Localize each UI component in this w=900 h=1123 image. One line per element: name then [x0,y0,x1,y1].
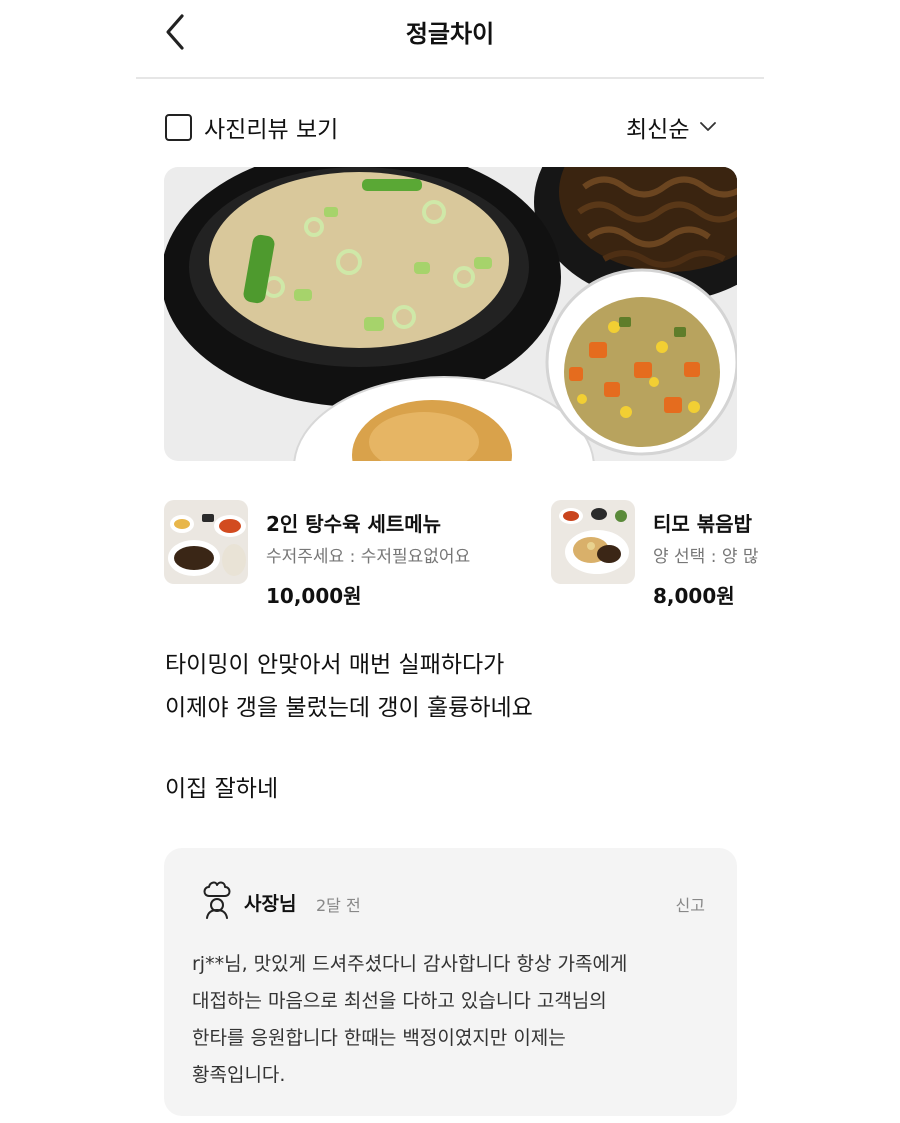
reply-text: rj**님, 맛있게 드셔주셨다니 감사합니다 항상 가족에게 대접하는 마음으… [192,946,732,1094]
reply-text-line: 한타를 응원합니다 한때는 백정이였지만 이제는 [192,1027,566,1049]
back-button[interactable] [158,10,198,54]
menu-item-card[interactable]: 2인 탕수육 세트메뉴 수저주세요 : 수저필요없어요 10,000원 [164,500,524,610]
menu-item-name: 티모 볶음밥 [653,512,752,536]
review-text-line: 타이밍이 안맞아서 매번 실패하다가 [165,652,505,678]
menu-item-card[interactable]: 티모 볶음밥 양 선택 : 양 많 8,000원 [551,500,763,610]
reply-text-line: 대접하는 마음으로 최선을 다하고 있습니다 고객님의 [192,990,607,1012]
menu-item-option: 수저주세요 : 수저필요없어요 [266,547,471,567]
chevron-left-icon [166,14,184,50]
menu-item-price: 10,000원 [266,584,362,608]
menu-item-price: 8,000원 [653,584,735,608]
photo-review-filter[interactable]: 사진리뷰 보기 [165,110,338,144]
review-text-line: 이제야 갱을 불렀는데 갱이 훌륭하네요 [165,695,533,721]
report-button[interactable]: 신고 [676,892,705,916]
menu-thumbnail [164,500,248,584]
menu-thumbnail [551,500,635,584]
menu-item-option: 양 선택 : 양 많 [653,547,759,567]
reply-text-line: 황족입니다. [192,1064,286,1086]
reply-date: 2달 전 [316,896,361,915]
review-photo[interactable] [164,167,737,461]
header-divider [136,77,764,79]
chef-hat-icon [203,881,231,919]
sort-dropdown[interactable]: 최신순 [626,110,717,144]
food-photo [164,167,737,461]
chevron-down-icon [700,122,717,131]
review-text-line: 이집 잘하네 [165,776,279,802]
reply-author: 사장님 [244,893,297,915]
photo-review-checkbox[interactable] [165,113,192,141]
page-title: 정글차이 [405,20,495,48]
owner-reply: 사장님 2달 전 신고 rj**님, 맛있게 드셔주셨다니 감사합니다 항상 가… [164,848,737,1116]
menu-item-name: 2인 탕수육 세트메뉴 [266,512,442,536]
reply-text-line: rj**님, 맛있게 드셔주셨다니 감사합니다 항상 가족에게 [192,953,628,975]
review-text: 타이밍이 안맞아서 매번 실패하다가 이제야 갱을 불렀는데 갱이 훌륭하네요 [165,644,765,730]
sort-label: 최신순 [626,117,690,143]
photo-review-label: 사진리뷰 보기 [204,117,339,143]
